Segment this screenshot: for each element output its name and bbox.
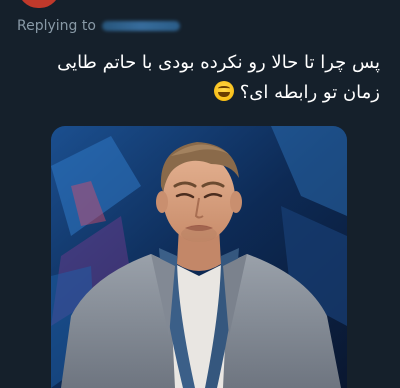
tweet-text-line-2: زمان تو رابطه ای؟: [20, 78, 380, 108]
media-illustration: [51, 126, 347, 388]
grinning-squinting-face-icon: [213, 81, 234, 101]
tweet-text-line-1: پس چرا تا حالا رو نکرده بودی با حاتم طای…: [57, 52, 380, 73]
replying-to-label: Replying to: [17, 18, 96, 34]
author-avatar[interactable]: [18, 0, 60, 8]
replied-handle-link[interactable]: [101, 21, 180, 31]
tweet-media-image[interactable]: [51, 126, 347, 388]
tweet-text-line-2-text: زمان تو رابطه ای؟: [239, 82, 380, 103]
replying-to-row: Replying to: [17, 16, 180, 36]
tweet-text: پس چرا تا حالا رو نکرده بودی با حاتم طای…: [20, 48, 380, 108]
